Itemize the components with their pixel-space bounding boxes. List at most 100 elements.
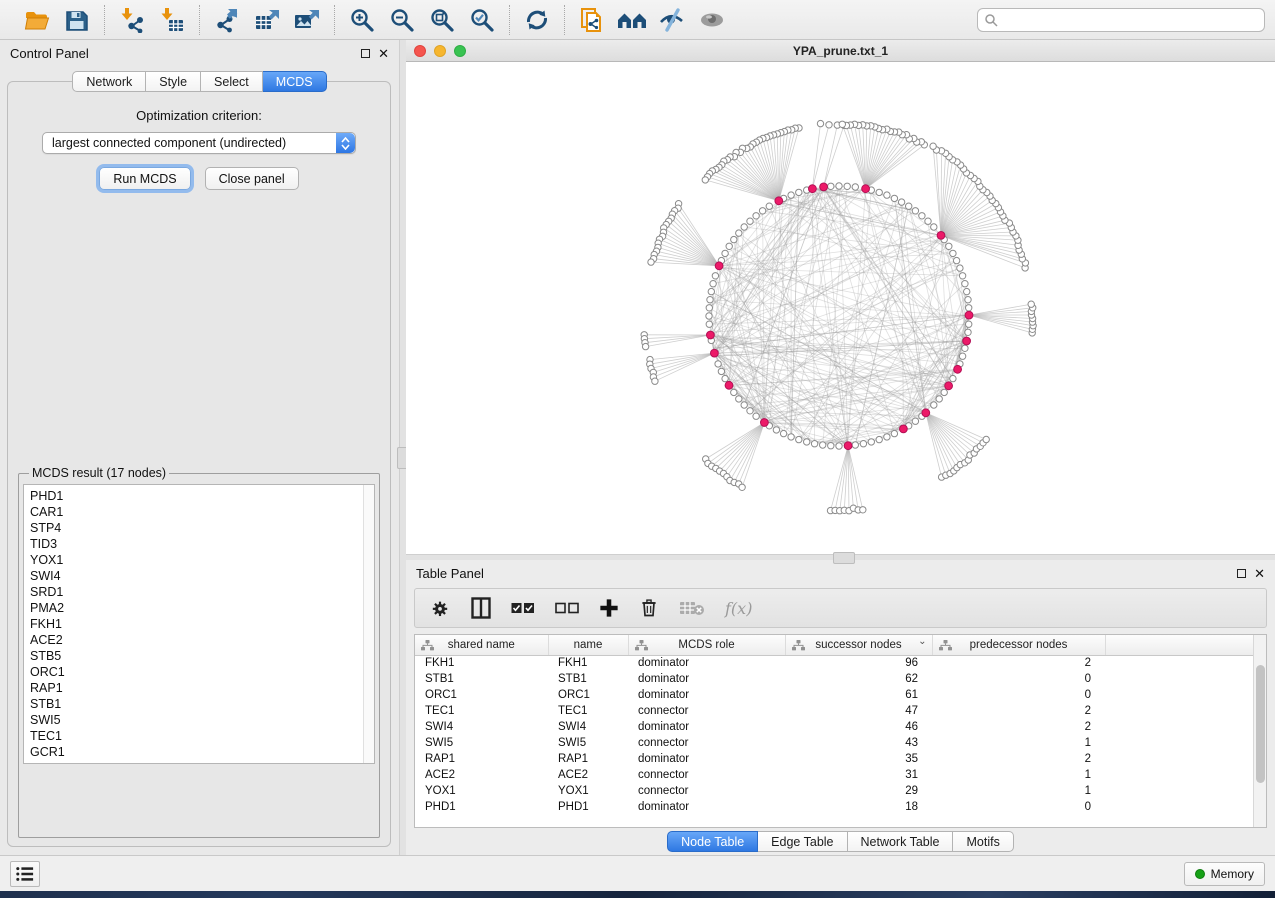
apply-preferred-layout-icon[interactable] bbox=[520, 5, 554, 35]
import-network-icon[interactable] bbox=[115, 5, 149, 35]
table-row[interactable]: ACE2ACE2connector311 bbox=[415, 767, 1256, 783]
cell-mcds-role[interactable]: dominator bbox=[628, 751, 785, 767]
close-panel-icon[interactable]: ✕ bbox=[1254, 569, 1265, 578]
cell-mcds-role[interactable]: dominator bbox=[628, 671, 785, 687]
cell-predecessor-nodes[interactable]: 2 bbox=[932, 719, 1105, 735]
cell-successor-nodes[interactable]: 47 bbox=[785, 703, 932, 719]
cell-predecessor-nodes[interactable]: 1 bbox=[932, 735, 1105, 751]
tab-select[interactable]: Select bbox=[201, 71, 263, 92]
function-builder-button[interactable]: f(x) bbox=[725, 599, 752, 618]
export-image-icon[interactable] bbox=[290, 5, 324, 35]
cell-predecessor-nodes[interactable]: 0 bbox=[932, 799, 1105, 815]
cell-shared-name[interactable]: FKH1 bbox=[415, 655, 548, 671]
tab-edge-table[interactable]: Edge Table bbox=[758, 831, 847, 852]
cell-predecessor-nodes[interactable]: 2 bbox=[932, 655, 1105, 671]
tab-network-table[interactable]: Network Table bbox=[848, 831, 954, 852]
cell-mcds-role[interactable]: dominator bbox=[628, 799, 785, 815]
table-row[interactable]: RAP1RAP1dominator352 bbox=[415, 751, 1256, 767]
close-panel-button[interactable]: Close panel bbox=[205, 167, 299, 190]
mcds-result-item[interactable]: PMA2 bbox=[30, 600, 368, 616]
tab-mcds[interactable]: MCDS bbox=[263, 71, 327, 92]
export-table-icon[interactable] bbox=[250, 5, 284, 35]
cell-mcds-role[interactable]: connector bbox=[628, 735, 785, 751]
delete-column-icon[interactable] bbox=[639, 597, 659, 619]
cell-name[interactable]: RAP1 bbox=[548, 751, 628, 767]
cell-predecessor-nodes[interactable]: 0 bbox=[932, 687, 1105, 703]
mcds-result-item[interactable]: SRD1 bbox=[30, 584, 368, 600]
run-mcds-button[interactable]: Run MCDS bbox=[99, 167, 190, 190]
zoom-fit-icon[interactable] bbox=[425, 5, 459, 35]
cell-successor-nodes[interactable]: 62 bbox=[785, 671, 932, 687]
select-all-icon[interactable] bbox=[511, 601, 535, 615]
column-header-name[interactable]: name bbox=[548, 635, 628, 655]
export-network-icon[interactable] bbox=[210, 5, 244, 35]
cell-mcds-role[interactable]: connector bbox=[628, 767, 785, 783]
column-header-shared-name[interactable]: shared name bbox=[415, 635, 548, 655]
task-history-button[interactable] bbox=[10, 861, 40, 887]
cell-mcds-role[interactable]: connector bbox=[628, 783, 785, 799]
table-row[interactable]: TEC1TEC1connector472 bbox=[415, 703, 1256, 719]
column-header-predecessor-nodes[interactable]: predecessor nodes bbox=[932, 635, 1105, 655]
table-row[interactable]: SWI4SWI4dominator462 bbox=[415, 719, 1256, 735]
cell-name[interactable]: STB1 bbox=[548, 671, 628, 687]
mcds-result-item[interactable]: GCR1 bbox=[30, 744, 368, 760]
cell-successor-nodes[interactable]: 46 bbox=[785, 719, 932, 735]
zoom-out-icon[interactable] bbox=[385, 5, 419, 35]
new-network-from-selection-icon[interactable] bbox=[575, 5, 609, 35]
cell-mcds-role[interactable]: connector bbox=[628, 703, 785, 719]
cell-mcds-role[interactable]: dominator bbox=[628, 719, 785, 735]
cell-successor-nodes[interactable]: 29 bbox=[785, 783, 932, 799]
table-row[interactable]: FKH1FKH1dominator962 bbox=[415, 655, 1256, 671]
mcds-result-item[interactable]: ORC1 bbox=[30, 664, 368, 680]
cell-successor-nodes[interactable]: 35 bbox=[785, 751, 932, 767]
cell-successor-nodes[interactable]: 96 bbox=[785, 655, 932, 671]
delete-table-icon[interactable] bbox=[679, 599, 705, 617]
splitter-grip[interactable] bbox=[833, 552, 855, 564]
cell-shared-name[interactable]: SWI5 bbox=[415, 735, 548, 751]
cell-shared-name[interactable]: TEC1 bbox=[415, 703, 548, 719]
cell-predecessor-nodes[interactable]: 0 bbox=[932, 671, 1105, 687]
column-header-mcds-role[interactable]: MCDS role bbox=[628, 635, 785, 655]
cell-shared-name[interactable]: YOX1 bbox=[415, 783, 548, 799]
cell-mcds-role[interactable]: dominator bbox=[628, 655, 785, 671]
cell-name[interactable]: SWI4 bbox=[548, 719, 628, 735]
cell-shared-name[interactable]: PHD1 bbox=[415, 799, 548, 815]
cell-shared-name[interactable]: ORC1 bbox=[415, 687, 548, 703]
mcds-result-listbox[interactable]: PHD1CAR1STP4TID3YOX1SWI4SRD1PMA2FKH1ACE2… bbox=[23, 484, 375, 764]
cell-predecessor-nodes[interactable]: 1 bbox=[932, 783, 1105, 799]
zoom-selected-icon[interactable] bbox=[465, 5, 499, 35]
search-field[interactable] bbox=[977, 8, 1265, 32]
search-input[interactable] bbox=[998, 13, 1258, 27]
tab-motifs[interactable]: Motifs bbox=[953, 831, 1013, 852]
mcds-result-item[interactable]: TID3 bbox=[30, 536, 368, 552]
show-columns-icon[interactable] bbox=[471, 597, 491, 619]
mcds-result-item[interactable]: PHD1 bbox=[30, 488, 368, 504]
cell-successor-nodes[interactable]: 31 bbox=[785, 767, 932, 783]
cell-shared-name[interactable]: RAP1 bbox=[415, 751, 548, 767]
network-canvas[interactable] bbox=[406, 62, 1275, 554]
cell-shared-name[interactable]: ACE2 bbox=[415, 767, 548, 783]
cell-name[interactable]: ORC1 bbox=[548, 687, 628, 703]
table-scrollbar[interactable] bbox=[1253, 635, 1266, 827]
mcds-result-item[interactable]: YOX1 bbox=[30, 552, 368, 568]
cell-shared-name[interactable]: SWI4 bbox=[415, 719, 548, 735]
show-all-icon[interactable] bbox=[695, 5, 729, 35]
mcds-result-item[interactable]: RAP1 bbox=[30, 680, 368, 696]
cell-mcds-role[interactable]: dominator bbox=[628, 687, 785, 703]
network-graph[interactable] bbox=[406, 62, 1275, 554]
cell-name[interactable]: TEC1 bbox=[548, 703, 628, 719]
cell-name[interactable]: ACE2 bbox=[548, 767, 628, 783]
cell-name[interactable]: YOX1 bbox=[548, 783, 628, 799]
float-panel-icon[interactable] bbox=[1237, 569, 1246, 578]
mcds-result-item[interactable]: TEC1 bbox=[30, 728, 368, 744]
mcds-list-scrollbar[interactable] bbox=[363, 485, 374, 763]
first-neighbors-icon[interactable] bbox=[615, 5, 649, 35]
table-row[interactable]: ORC1ORC1dominator610 bbox=[415, 687, 1256, 703]
mcds-result-item[interactable]: SWI5 bbox=[30, 712, 368, 728]
scrollbar-thumb[interactable] bbox=[1256, 665, 1265, 783]
cell-name[interactable]: SWI5 bbox=[548, 735, 628, 751]
mcds-result-item[interactable]: SWI4 bbox=[30, 568, 368, 584]
cell-successor-nodes[interactable]: 43 bbox=[785, 735, 932, 751]
add-column-icon[interactable] bbox=[599, 598, 619, 618]
optimization-criterion-select[interactable]: largest connected component (undirected) bbox=[42, 132, 356, 154]
